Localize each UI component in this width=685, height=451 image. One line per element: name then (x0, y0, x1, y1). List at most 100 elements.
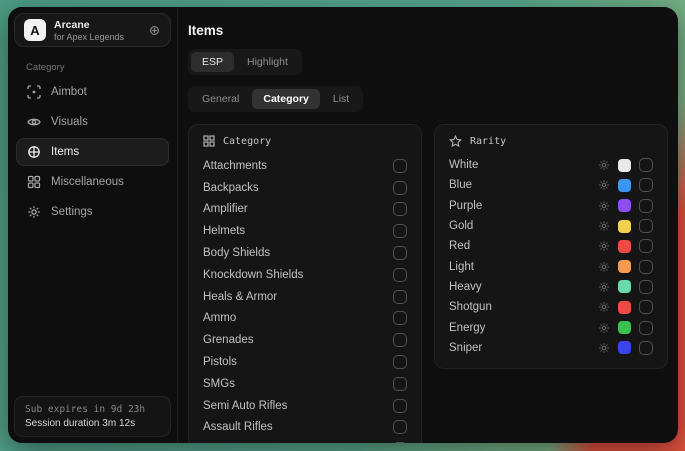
scan-crosshair-icon[interactable] (148, 24, 161, 37)
rarity-label: White (449, 159, 478, 171)
category-checkbox[interactable] (393, 355, 407, 369)
rarity-gear-icon[interactable] (598, 179, 610, 191)
app-logo: A (24, 19, 46, 41)
rarity-row: Red (449, 236, 653, 256)
rarity-row: Gold (449, 216, 653, 236)
category-checkbox[interactable] (393, 159, 407, 173)
category-checkbox[interactable] (393, 290, 407, 304)
category-checkbox[interactable] (393, 311, 407, 325)
rarity-gear-icon[interactable] (598, 200, 610, 212)
rarity-label: Blue (449, 179, 472, 191)
highlight-mode-button[interactable]: Highlight (236, 52, 299, 72)
tab-list[interactable]: List (322, 89, 360, 109)
color-swatch[interactable] (618, 321, 631, 334)
rarity-gear-icon[interactable] (598, 240, 610, 252)
category-checkbox[interactable] (393, 442, 407, 443)
category-row: Assault Rifles (203, 417, 407, 439)
sidebar-item-label: Aimbot (51, 86, 87, 98)
tab-category[interactable]: Category (252, 89, 320, 109)
main-content: Items ESP Highlight General Category Lis… (178, 7, 678, 443)
category-panel: Category Attachments Backpacks (188, 124, 422, 443)
rarity-checkbox[interactable] (639, 280, 653, 294)
rarity-row: Light (449, 256, 653, 276)
rarity-label: Heavy (449, 281, 482, 293)
rarity-checkbox[interactable] (639, 219, 653, 233)
rarity-gear-icon[interactable] (598, 159, 610, 171)
category-checkbox[interactable] (393, 333, 407, 347)
category-row: SMGs (203, 373, 407, 395)
rarity-gear-icon[interactable] (598, 220, 610, 232)
sidebar-item-items[interactable]: Items (16, 138, 169, 166)
color-swatch[interactable] (618, 199, 631, 212)
page-title: Items (188, 23, 668, 38)
rarity-row: Purple (449, 196, 653, 216)
category-row: Backpacks (203, 177, 407, 199)
rarity-row: Heavy (449, 277, 653, 297)
sidebar-section-label: Category (26, 62, 171, 73)
color-swatch[interactable] (618, 301, 631, 314)
category-label: Grenades (203, 334, 254, 346)
category-label: Assault Rifles (203, 421, 273, 433)
category-checkbox[interactable] (393, 420, 407, 434)
category-label: Heals & Armor (203, 291, 277, 303)
rarity-checkbox[interactable] (639, 300, 653, 314)
color-swatch[interactable] (618, 240, 631, 253)
sub-expires-text: Sub expires in 9d 23h (25, 404, 160, 415)
rarity-gear-icon[interactable] (598, 342, 610, 354)
category-checkbox[interactable] (393, 224, 407, 238)
rarity-row: Shotgun (449, 297, 653, 317)
sidebar-nav: Aimbot Visuals Items (14, 78, 171, 226)
color-swatch[interactable] (618, 280, 631, 293)
rarity-row: Blue (449, 175, 653, 195)
category-checkbox[interactable] (393, 399, 407, 413)
session-duration-text: Session duration 3m 12s (25, 418, 160, 429)
rarity-panel-header: Rarity (449, 133, 653, 155)
category-row: Attachments (203, 155, 407, 177)
category-checkbox[interactable] (393, 202, 407, 216)
rarity-gear-icon[interactable] (598, 322, 610, 334)
category-row: Ammo (203, 308, 407, 330)
star-icon (449, 135, 462, 148)
rarity-label: Light (449, 261, 474, 273)
category-checkbox[interactable] (393, 377, 407, 391)
category-label: Pistols (203, 356, 237, 368)
rarity-checkbox[interactable] (639, 341, 653, 355)
category-checkbox[interactable] (393, 181, 407, 195)
category-label: Body Shields (203, 247, 270, 259)
sidebar-item-settings[interactable]: Settings (16, 198, 169, 226)
rarity-label: Energy (449, 322, 485, 334)
color-swatch[interactable] (618, 220, 631, 233)
rarity-panel: Rarity White (434, 124, 668, 369)
category-label: Backpacks (203, 182, 259, 194)
sidebar: A Arcane for Apex Legends Category (8, 7, 178, 443)
rarity-gear-icon[interactable] (598, 301, 610, 313)
esp-mode-button[interactable]: ESP (191, 52, 234, 72)
sidebar-item-label: Settings (51, 206, 93, 218)
category-checkbox[interactable] (393, 246, 407, 260)
rarity-label: Sniper (449, 342, 482, 354)
rarity-gear-icon[interactable] (598, 281, 610, 293)
rarity-checkbox[interactable] (639, 239, 653, 253)
app-window: A Arcane for Apex Legends Category (8, 7, 678, 443)
rarity-gear-icon[interactable] (598, 261, 610, 273)
sidebar-item-visuals[interactable]: Visuals (16, 108, 169, 136)
category-grid-icon (203, 135, 215, 147)
tab-general[interactable]: General (191, 89, 250, 109)
rarity-checkbox[interactable] (639, 321, 653, 335)
sidebar-item-aimbot[interactable]: Aimbot (16, 78, 169, 106)
category-checkbox[interactable] (393, 268, 407, 282)
color-swatch[interactable] (618, 341, 631, 354)
rarity-checkbox[interactable] (639, 199, 653, 213)
rarity-list: White (449, 155, 653, 358)
color-swatch[interactable] (618, 260, 631, 273)
color-swatch[interactable] (618, 179, 631, 192)
category-row: LMGs (203, 438, 407, 443)
rarity-checkbox[interactable] (639, 178, 653, 192)
sidebar-item-miscellaneous[interactable]: Miscellaneous (16, 168, 169, 196)
crosshair-icon (27, 85, 41, 99)
category-panel-title: Category (223, 136, 271, 147)
rarity-checkbox[interactable] (639, 260, 653, 274)
sidebar-item-label: Miscellaneous (51, 176, 124, 188)
color-swatch[interactable] (618, 159, 631, 172)
rarity-checkbox[interactable] (639, 158, 653, 172)
